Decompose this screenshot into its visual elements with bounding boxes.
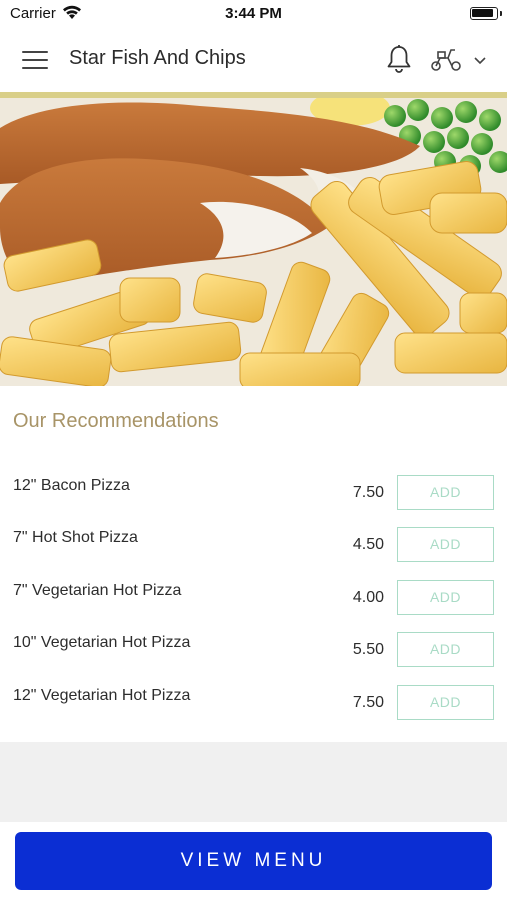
add-button[interactable]: ADD — [397, 580, 494, 615]
battery-icon — [470, 7, 502, 20]
item-price: 4.50 — [352, 536, 384, 553]
item-price: 7.50 — [352, 484, 384, 501]
recommendations-title: Our Recommendations — [13, 410, 219, 432]
scooter-icon[interactable] — [430, 46, 462, 72]
bell-icon[interactable] — [386, 44, 412, 74]
chevron-down-icon[interactable] — [472, 54, 488, 66]
hero-image — [0, 98, 507, 386]
status-time: 3:44 PM — [225, 5, 282, 22]
item-name: 12" Vegetarian Hot Pizza — [13, 687, 191, 704]
add-button[interactable]: ADD — [397, 685, 494, 720]
add-button[interactable]: ADD — [397, 475, 494, 510]
item-name: 10" Vegetarian Hot Pizza — [13, 634, 191, 651]
app-header: Star Fish And Chips — [0, 26, 507, 94]
view-menu-button[interactable]: VIEW MENU — [15, 832, 492, 890]
item-price: 5.50 — [352, 641, 384, 658]
item-price: 4.00 — [352, 589, 384, 606]
list-item: 12" Vegetarian Hot Pizza 7.50 ADD — [0, 685, 507, 737]
add-button[interactable]: ADD — [397, 632, 494, 667]
status-bar: Carrier 3:44 PM — [0, 0, 507, 26]
menu-icon[interactable] — [22, 50, 48, 70]
recommendations-section: Our Recommendations 12" Bacon Pizza 7.50… — [0, 386, 507, 742]
add-button[interactable]: ADD — [397, 527, 494, 562]
item-price: 7.50 — [352, 694, 384, 711]
fish-and-chips-photo — [0, 98, 507, 386]
list-item: 7" Vegetarian Hot Pizza 4.00 ADD — [0, 580, 507, 632]
item-name: 7" Vegetarian Hot Pizza — [13, 582, 182, 599]
footer-bar: VIEW MENU — [0, 822, 507, 900]
item-name: 7" Hot Shot Pizza — [13, 529, 138, 546]
list-item: 7" Hot Shot Pizza 4.50 ADD — [0, 527, 507, 579]
list-item: 12" Bacon Pizza 7.50 ADD — [0, 475, 507, 527]
spacer-area — [0, 742, 507, 822]
store-name: Star Fish And Chips — [69, 47, 246, 69]
list-item: 10" Vegetarian Hot Pizza 5.50 ADD — [0, 632, 507, 684]
item-name: 12" Bacon Pizza — [13, 477, 130, 494]
